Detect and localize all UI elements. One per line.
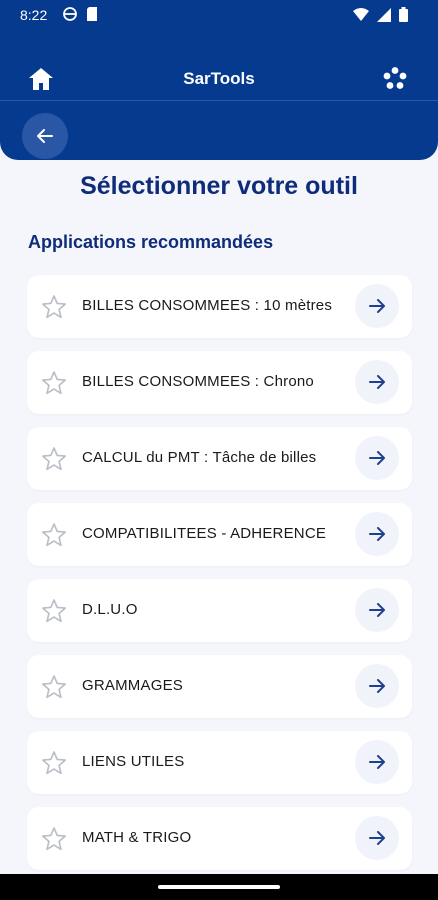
system-nav-bar <box>0 874 438 900</box>
star-icon[interactable] <box>41 370 67 396</box>
star-icon[interactable] <box>41 598 67 624</box>
tool-card[interactable]: D.L.U.O <box>27 579 412 642</box>
arrow-left-icon <box>37 129 53 143</box>
tool-label: LIENS UTILES <box>82 753 185 770</box>
tool-label: GRAMMAGES <box>82 677 183 694</box>
arrow-right-icon <box>369 831 385 845</box>
app-title: SarTools <box>183 69 255 88</box>
open-tool-button[interactable] <box>355 512 399 556</box>
tool-card[interactable]: CALCUL du PMT : Tâche de billes <box>27 427 412 490</box>
status-time: 8:22 <box>20 7 48 23</box>
open-tool-button[interactable] <box>355 664 399 708</box>
arrow-right-icon <box>369 375 385 389</box>
star-icon[interactable] <box>41 446 67 472</box>
status-bar: 8:22 <box>0 0 438 30</box>
wifi-icon <box>353 7 369 21</box>
star-icon[interactable] <box>41 294 67 320</box>
arrow-right-icon <box>369 527 385 541</box>
arrow-right-icon <box>369 603 385 617</box>
tool-card[interactable]: BILLES CONSOMMEES : 10 mètres <box>27 275 412 338</box>
tool-card[interactable]: LIENS UTILES <box>27 731 412 794</box>
star-icon[interactable] <box>41 674 67 700</box>
signal-icon <box>377 7 391 22</box>
tool-label: CALCUL du PMT : Tâche de billes <box>82 449 317 466</box>
cog-icon[interactable] <box>382 66 408 92</box>
star-icon[interactable] <box>41 750 67 776</box>
tool-label: BILLES CONSOMMEES : 10 mètres <box>82 297 333 314</box>
tool-card[interactable]: GRAMMAGES <box>27 655 412 718</box>
star-icon[interactable] <box>41 826 67 852</box>
app-bar: SarTools <box>0 58 438 100</box>
back-button[interactable] <box>22 113 68 159</box>
arrow-right-icon <box>369 679 385 693</box>
app-header: 8:22 SarTools <box>0 0 438 160</box>
tool-card[interactable]: COMPATIBILITEES - ADHERENCE <box>27 503 412 566</box>
tool-card[interactable]: BILLES CONSOMMEES : Chrono <box>27 351 412 414</box>
page-title: Sélectionner votre outil <box>80 172 358 200</box>
section-title: Applications recommandées <box>28 232 274 252</box>
open-tool-button[interactable] <box>355 360 399 404</box>
header-divider <box>0 100 438 101</box>
arrow-right-icon <box>369 299 385 313</box>
open-tool-button[interactable] <box>355 740 399 784</box>
tool-list: BILLES CONSOMMEES : 10 mètres BILLES CONS… <box>27 275 412 883</box>
tool-label: MATH & TRIGO <box>82 829 192 846</box>
star-icon[interactable] <box>41 522 67 548</box>
sim-icon <box>87 7 97 21</box>
arrow-right-icon <box>369 755 385 769</box>
open-tool-button[interactable] <box>355 284 399 328</box>
home-gesture-handle[interactable] <box>158 885 280 889</box>
tool-label: BILLES CONSOMMEES : Chrono <box>82 373 314 390</box>
tool-label: COMPATIBILITEES - ADHERENCE <box>82 525 327 542</box>
open-tool-button[interactable] <box>355 588 399 632</box>
tool-card[interactable]: MATH & TRIGO <box>27 807 412 870</box>
arrow-right-icon <box>369 451 385 465</box>
tool-label: D.L.U.O <box>82 601 138 618</box>
open-tool-button[interactable] <box>355 816 399 860</box>
battery-icon <box>399 7 408 22</box>
vpn-icon <box>63 7 77 21</box>
open-tool-button[interactable] <box>355 436 399 480</box>
